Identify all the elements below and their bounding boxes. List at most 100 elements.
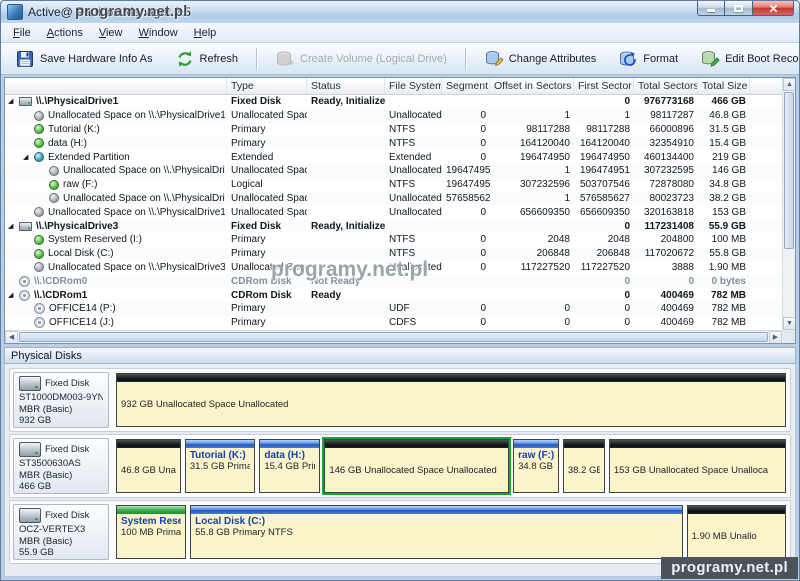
save-hardware-info-as-button[interactable]: Save Hardware Info As	[9, 47, 159, 71]
create-volume-icon	[275, 49, 295, 69]
window-title: Active@ Partition Manager 2.5	[28, 5, 191, 19]
table-row[interactable]: Unallocated Space on \\.\PhysicalDrive1 U…	[5, 108, 782, 123]
row-cell: Primary	[231, 248, 266, 260]
column-header-first-sector[interactable]: First Sector	[574, 78, 634, 94]
table-header: Type Status File System Segment Offset in Se…	[5, 78, 782, 95]
column-header-total-size[interactable]: Total Size	[698, 78, 750, 94]
table-row[interactable]: \\.\PhysicalDrive1 Fixed Disk Ready, Initi…	[5, 95, 782, 109]
toolbar-button-label: Create Volume (Logical Drive)	[300, 52, 447, 65]
expander-icon[interactable]	[23, 154, 34, 161]
row-cell: Unallocated	[389, 192, 442, 204]
expander-icon[interactable]	[8, 98, 19, 105]
menu-item-view[interactable]: View	[91, 25, 131, 41]
disks-area: Fixed Disk ST1000DM003-9YN MBR (Basic) 932 …	[4, 364, 796, 577]
row-cell: 307232596	[519, 179, 570, 191]
horizontal-scrollbar[interactable]	[5, 330, 782, 343]
format-button[interactable]: Format	[612, 47, 684, 71]
partition-bar[interactable]: 932 GB Unallocated Space Unallocated	[116, 373, 786, 427]
row-cell: Primary	[231, 234, 266, 246]
row-name-cell: Unallocated Space on \\.\PhysicalDrive1	[5, 207, 227, 218]
disk-strip: Fixed Disk OCZ-VERTEX3 MBR (Basic) 55.9 GB S…	[9, 500, 791, 564]
unallocated-icon	[49, 165, 59, 176]
row-cell: NTFS	[389, 179, 416, 191]
edit-boot-records-button[interactable]: Edit Boot Records	[694, 47, 799, 71]
menu-item-file[interactable]: File	[5, 25, 39, 41]
column-header-name[interactable]	[5, 78, 227, 94]
table-row[interactable]: \\.\CDRom0 CDRom Disk Not Ready 0 0 0 bytes	[5, 274, 782, 289]
column-header-type[interactable]: Type	[227, 78, 307, 94]
column-header-total-sectors[interactable]: Total Sectors	[634, 78, 698, 94]
table-row[interactable]: OFFICE14 (J:) Primary CDFS 0 0 0 400469 782 MB	[5, 316, 782, 330]
partition-bar[interactable]: raw (F:) 34.8 GB	[513, 439, 559, 493]
partition-bar[interactable]: Local Disk (C:) 55.8 GB Primary NTFS	[190, 505, 683, 559]
column-header-offset-in-sectors[interactable]: Offset in Sectors	[490, 78, 574, 94]
partition-bar[interactable]: 46.8 GB Unallo	[116, 439, 181, 493]
partition-bar[interactable]: System Reserv100 MB Primary N	[116, 505, 187, 559]
row-cell: 0	[480, 234, 486, 246]
app-icon[interactable]	[7, 4, 23, 20]
row-cell: 1.90 MB	[708, 261, 746, 273]
row-cell: Primary	[231, 317, 266, 329]
vertical-scrollbar[interactable]	[782, 78, 795, 330]
column-header-status[interactable]: Status	[307, 78, 385, 94]
menu-item-help[interactable]: Help	[186, 25, 225, 41]
row-cell: 98117288	[586, 123, 630, 135]
partition-bar-label: 31.5 GB Primar	[189, 461, 251, 472]
partition-bar-body: 932 GB Unallocated Space Unallocated	[117, 382, 785, 426]
toolbar-button-label: Refresh	[199, 52, 239, 65]
table-row[interactable]: raw (F:) Logical NTFS 196474950 307232596 503…	[5, 178, 782, 192]
table-row[interactable]: data (H:) Primary NTFS 0 164120040 164120040 3…	[5, 136, 782, 151]
vertical-scroll-track[interactable]	[783, 250, 795, 317]
partition-bar[interactable]: 38.2 GB U	[562, 439, 605, 493]
minimize-button[interactable]	[697, 1, 725, 16]
expander-icon[interactable]	[8, 223, 19, 230]
table-row[interactable]: Local Disk (C:) Primary NTFS 0 206848 206848 1…	[5, 246, 782, 261]
table-row[interactable]: \\.\CDRom1 CDRom Disk Ready 0 400469 782 MB	[5, 288, 782, 302]
close-button[interactable]	[752, 1, 794, 16]
disk-info-line: 466 GB	[19, 481, 52, 492]
row-name-cell: Unallocated Space on \\.\PhysicalDrive3	[5, 262, 227, 273]
partition-bar[interactable]: 1.90 MB Unallo	[686, 505, 786, 559]
row-cell: 0	[480, 248, 486, 260]
scroll-up-icon[interactable]	[783, 78, 795, 91]
partition-bar-body: 38.2 GB U	[564, 448, 604, 492]
column-header-segment[interactable]: Segment	[442, 78, 490, 94]
partition-bar[interactable]: data (H:)15.4 GB Primar	[259, 439, 321, 493]
vertical-scroll-thumb[interactable]	[784, 92, 794, 249]
table-row[interactable]: \\.\PhysicalDrive3 Fixed Disk Ready, Initi…	[5, 219, 782, 233]
scroll-left-icon[interactable]	[5, 331, 18, 343]
disk-info-line: ST3500630AS	[19, 458, 81, 469]
expander-icon[interactable]	[8, 292, 19, 299]
maximize-button[interactable]	[725, 1, 752, 16]
row-cell: 400469	[660, 289, 694, 301]
change-attributes-button[interactable]: Change Attributes	[478, 47, 602, 71]
row-label: OFFICE14 (J:)	[49, 317, 115, 329]
refresh-button[interactable]: Refresh	[169, 47, 245, 71]
menu-item-actions[interactable]: Actions	[39, 25, 91, 41]
table-row[interactable]: Extended Partition Extended Extended 0 19647…	[5, 150, 782, 164]
horizontal-scroll-thumb[interactable]	[19, 332, 768, 342]
scroll-down-icon[interactable]	[783, 317, 795, 330]
column-header-file-system[interactable]: File System	[385, 78, 442, 94]
disk-info-top: Fixed Disk	[19, 508, 103, 523]
row-name-cell: \\.\PhysicalDrive1	[5, 96, 227, 107]
table-row[interactable]: Tutorial (K:) Primary NTFS 0 98117288 9811728…	[5, 123, 782, 137]
table-row[interactable]: System Reserved (I:) Primary NTFS 0 2048 2048…	[5, 233, 782, 247]
row-cell: 146 GB	[712, 165, 746, 177]
table-row[interactable]: Unallocated Space on \\.\PhysicalDrive3 U…	[5, 261, 782, 275]
toolbar-separator	[256, 47, 258, 70]
row-name-cell: \\.\CDRom1	[5, 289, 227, 301]
row-cell: 656609350	[519, 206, 570, 218]
table-row[interactable]: Unallocated Space on \\.\PhysicalDrive1 U…	[5, 163, 782, 178]
row-cell: 576585626	[446, 192, 490, 204]
table-row[interactable]: OFFICE14 (P:) Primary UDF 0 0 0 400469 782 MB	[5, 301, 782, 316]
menu-item-window[interactable]: Window	[131, 25, 186, 41]
partition-bar[interactable]: 146 GB Unallocated Space Unallocated	[324, 439, 510, 493]
table-row[interactable]: Unallocated Space on \\.\PhysicalDrive1 U…	[5, 191, 782, 206]
partition-bar[interactable]: Tutorial (K:) 31.5 GB Primar	[184, 439, 256, 493]
partition-bar[interactable]: 153 GB Unallocated Space Unalloca	[608, 439, 786, 493]
title-bar[interactable]: Active@ Partition Manager 2.5 programy.n…	[1, 1, 799, 23]
row-cell: Unallocated	[389, 165, 442, 177]
scroll-right-icon[interactable]	[769, 331, 782, 343]
table-row[interactable]: Unallocated Space on \\.\PhysicalDrive1 U…	[5, 205, 782, 219]
